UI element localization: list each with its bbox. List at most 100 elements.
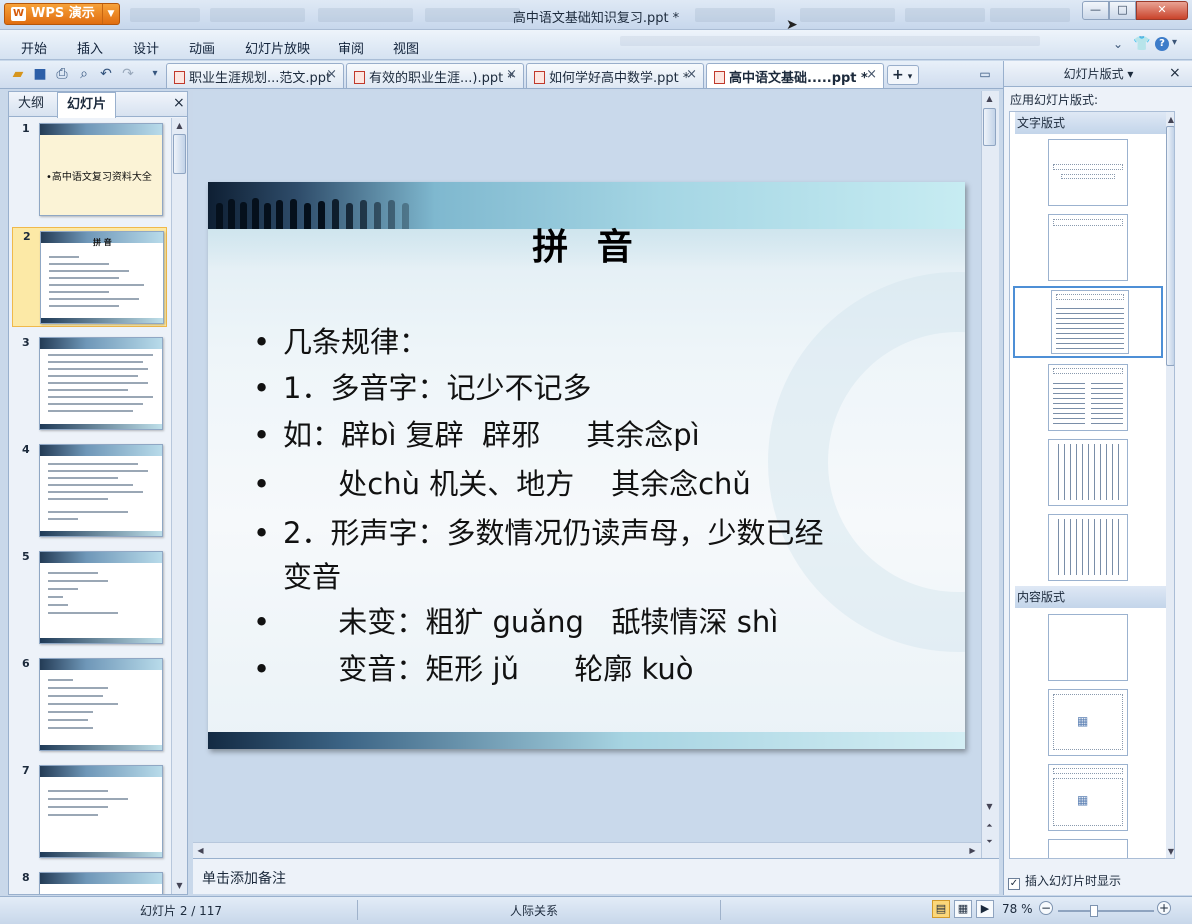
layout-blank[interactable] — [1048, 614, 1128, 681]
layout-two-content[interactable] — [1048, 364, 1128, 431]
slide-thumbnail[interactable]: 7 — [12, 762, 167, 862]
menu-slideshow[interactable]: 幻灯片放映 — [245, 38, 310, 57]
maximize-button[interactable]: □ — [1109, 1, 1136, 20]
slide-bullet-line: • 2．形声字：多数情况仍读声母，少数已经 — [253, 510, 823, 556]
slide-thumbnail[interactable]: 6 — [12, 655, 167, 755]
tab-slides[interactable]: 幻灯片 — [57, 92, 117, 118]
scroll-thumb[interactable] — [1166, 126, 1174, 366]
zoom-slider[interactable] — [1058, 910, 1154, 912]
menu-animation[interactable]: 动画 — [189, 38, 215, 57]
show-on-insert-option[interactable]: ✓ 插入幻灯片时显示 — [1008, 872, 1121, 890]
scroll-left-icon[interactable]: ◀ — [193, 843, 208, 858]
undo-icon[interactable]: ↶ — [97, 65, 115, 83]
layout-partial[interactable] — [1048, 839, 1128, 858]
previous-slide-icon[interactable]: ⏶ — [982, 818, 997, 833]
thumbnail-scrollbar[interactable]: ▲ ▼ — [171, 118, 187, 894]
toolbar-more-icon[interactable]: ▾ — [146, 65, 164, 83]
slide-thumbnail[interactable]: 1 •高中语文复习资料大全 — [12, 120, 167, 220]
doc-tab-1[interactable]: 职业生涯规划...范文.ppt × — [166, 63, 344, 88]
layout-title[interactable] — [1048, 139, 1128, 206]
close-tab-icon[interactable]: × — [866, 67, 877, 82]
zoom-out-button[interactable]: − — [1039, 901, 1053, 915]
bullet-text: 2．形声字：多数情况仍读声母，少数已经 — [283, 516, 824, 550]
slide-number: 8 — [22, 871, 30, 884]
slide-thumbnail[interactable]: 8 — [12, 869, 167, 894]
doc-tab-2[interactable]: 有效的职业生涯...).ppt * × — [346, 63, 524, 88]
doc-tab-label: 有效的职业生涯...).ppt * — [369, 71, 514, 86]
layout-vertical-title-text[interactable] — [1048, 514, 1128, 581]
scroll-up-icon[interactable]: ▲ — [982, 91, 997, 106]
slide[interactable]: 拼 音 • 几条规律： • 1．多音字：记少不记多 • 如：辟bì 复辟 辟邪 其余念… — [208, 182, 965, 749]
show-on-insert-checkbox[interactable]: ✓ — [1008, 878, 1020, 890]
normal-view-button[interactable]: ▤ — [932, 900, 950, 918]
slide-number: 3 — [22, 336, 30, 349]
menu-design[interactable]: 设计 — [133, 38, 159, 57]
slide-sorter-button[interactable]: ▦ — [954, 900, 972, 918]
scroll-up-icon[interactable]: ▲ — [172, 118, 187, 133]
bullet-text: 未变：粗犷 guǎng 舐犊情深 shì — [283, 605, 779, 639]
layout-vertical-text[interactable] — [1048, 439, 1128, 506]
bullet-marker: • — [253, 467, 271, 501]
layout-title-content-selected[interactable] — [1013, 286, 1163, 358]
notes-placeholder[interactable]: 单击添加备注 — [202, 868, 286, 888]
open-icon[interactable]: ▰ — [9, 65, 27, 83]
bullet-text: 1．多音字：记少不记多 — [283, 371, 592, 405]
print-preview-icon[interactable]: ⌕ — [75, 65, 93, 83]
layout-title-only[interactable] — [1048, 214, 1128, 281]
skin-icon[interactable]: 👕 — [1133, 36, 1150, 52]
slideshow-button[interactable]: ▶ — [976, 900, 994, 918]
doc-tab-active[interactable]: 高中语文基础.....ppt * × — [706, 63, 884, 88]
close-button[interactable]: ✕ — [1136, 1, 1188, 20]
help-icon[interactable]: ? — [1155, 37, 1169, 51]
ribbon-collapse-icon[interactable]: ⌄ — [1113, 37, 1123, 51]
zoom-slider-handle[interactable] — [1090, 905, 1098, 917]
menu-home[interactable]: 开始 — [21, 38, 47, 57]
task-pane-title[interactable]: 幻灯片版式 ▾ — [1004, 61, 1192, 87]
close-tab-icon[interactable]: × — [686, 67, 697, 82]
slide-thumbnail-selected[interactable]: 2 拼 音 — [12, 227, 167, 327]
help-dropdown-icon[interactable]: ▾ — [1172, 37, 1177, 48]
window-list-icon[interactable]: ▭ — [976, 65, 994, 83]
scroll-thumb[interactable] — [983, 108, 996, 146]
slide-sorter-icon: ▦ — [957, 902, 969, 915]
slide-thumbnail[interactable]: 4 — [12, 441, 167, 541]
theme-name: 人际关系 — [510, 904, 559, 918]
canvas-vertical-scrollbar[interactable]: ▲ ▼ ⏶ ⏷ — [981, 91, 999, 858]
close-pane-icon[interactable]: × — [173, 95, 185, 111]
slide-thumbnail[interactable]: 3 — [12, 334, 167, 434]
pane-tabs: 大纲 幻灯片 × — [9, 92, 187, 118]
doc-tab-3[interactable]: 如何学好高中数学.ppt * × — [526, 63, 704, 88]
slide-footer-band — [208, 732, 965, 749]
scroll-down-icon[interactable]: ▼ — [1166, 844, 1174, 858]
save-icon[interactable]: ■ — [31, 65, 49, 83]
layout-title-and-content[interactable]: ▦ — [1048, 764, 1128, 831]
menu-review[interactable]: 审阅 — [338, 38, 364, 57]
close-tab-icon[interactable]: × — [506, 67, 517, 82]
layout-content[interactable]: ▦ — [1048, 689, 1128, 756]
canvas-horizontal-scrollbar[interactable]: ◀ ▶ — [193, 842, 981, 858]
zoom-in-button[interactable]: + — [1157, 901, 1171, 915]
tab-outline[interactable]: 大纲 — [9, 92, 53, 117]
close-task-pane-icon[interactable]: × — [1169, 65, 1181, 81]
next-slide-icon[interactable]: ⏷ — [982, 834, 997, 849]
scroll-down-icon[interactable]: ▼ — [172, 878, 187, 893]
slide-title[interactable]: 拼 音 — [208, 218, 965, 270]
new-tab-button[interactable]: + ▾ — [887, 65, 919, 85]
close-tab-icon[interactable]: × — [326, 67, 337, 82]
menu-view[interactable]: 视图 — [393, 38, 419, 57]
scroll-up-icon[interactable]: ▲ — [1166, 112, 1174, 127]
minimize-button[interactable]: — — [1082, 1, 1109, 20]
slide-number: 7 — [22, 764, 30, 777]
slide-thumbnail[interactable]: 5 — [12, 548, 167, 648]
layout-scrollbar[interactable]: ▲ ▼ — [1166, 112, 1174, 858]
redo-icon[interactable]: ↷ — [119, 65, 137, 83]
scroll-thumb[interactable] — [173, 134, 186, 174]
content-placeholder-icon: ▦ — [1077, 714, 1089, 728]
zoom-level[interactable]: 78 % — [1002, 902, 1033, 916]
menu-insert[interactable]: 插入 — [77, 38, 103, 57]
notes-pane[interactable]: 单击添加备注 — [193, 858, 999, 894]
print-icon[interactable]: ⎙ — [53, 65, 71, 83]
scroll-down-icon[interactable]: ▼ — [982, 799, 997, 814]
slide-thumb-image — [39, 444, 163, 537]
scroll-right-icon[interactable]: ▶ — [965, 843, 980, 858]
